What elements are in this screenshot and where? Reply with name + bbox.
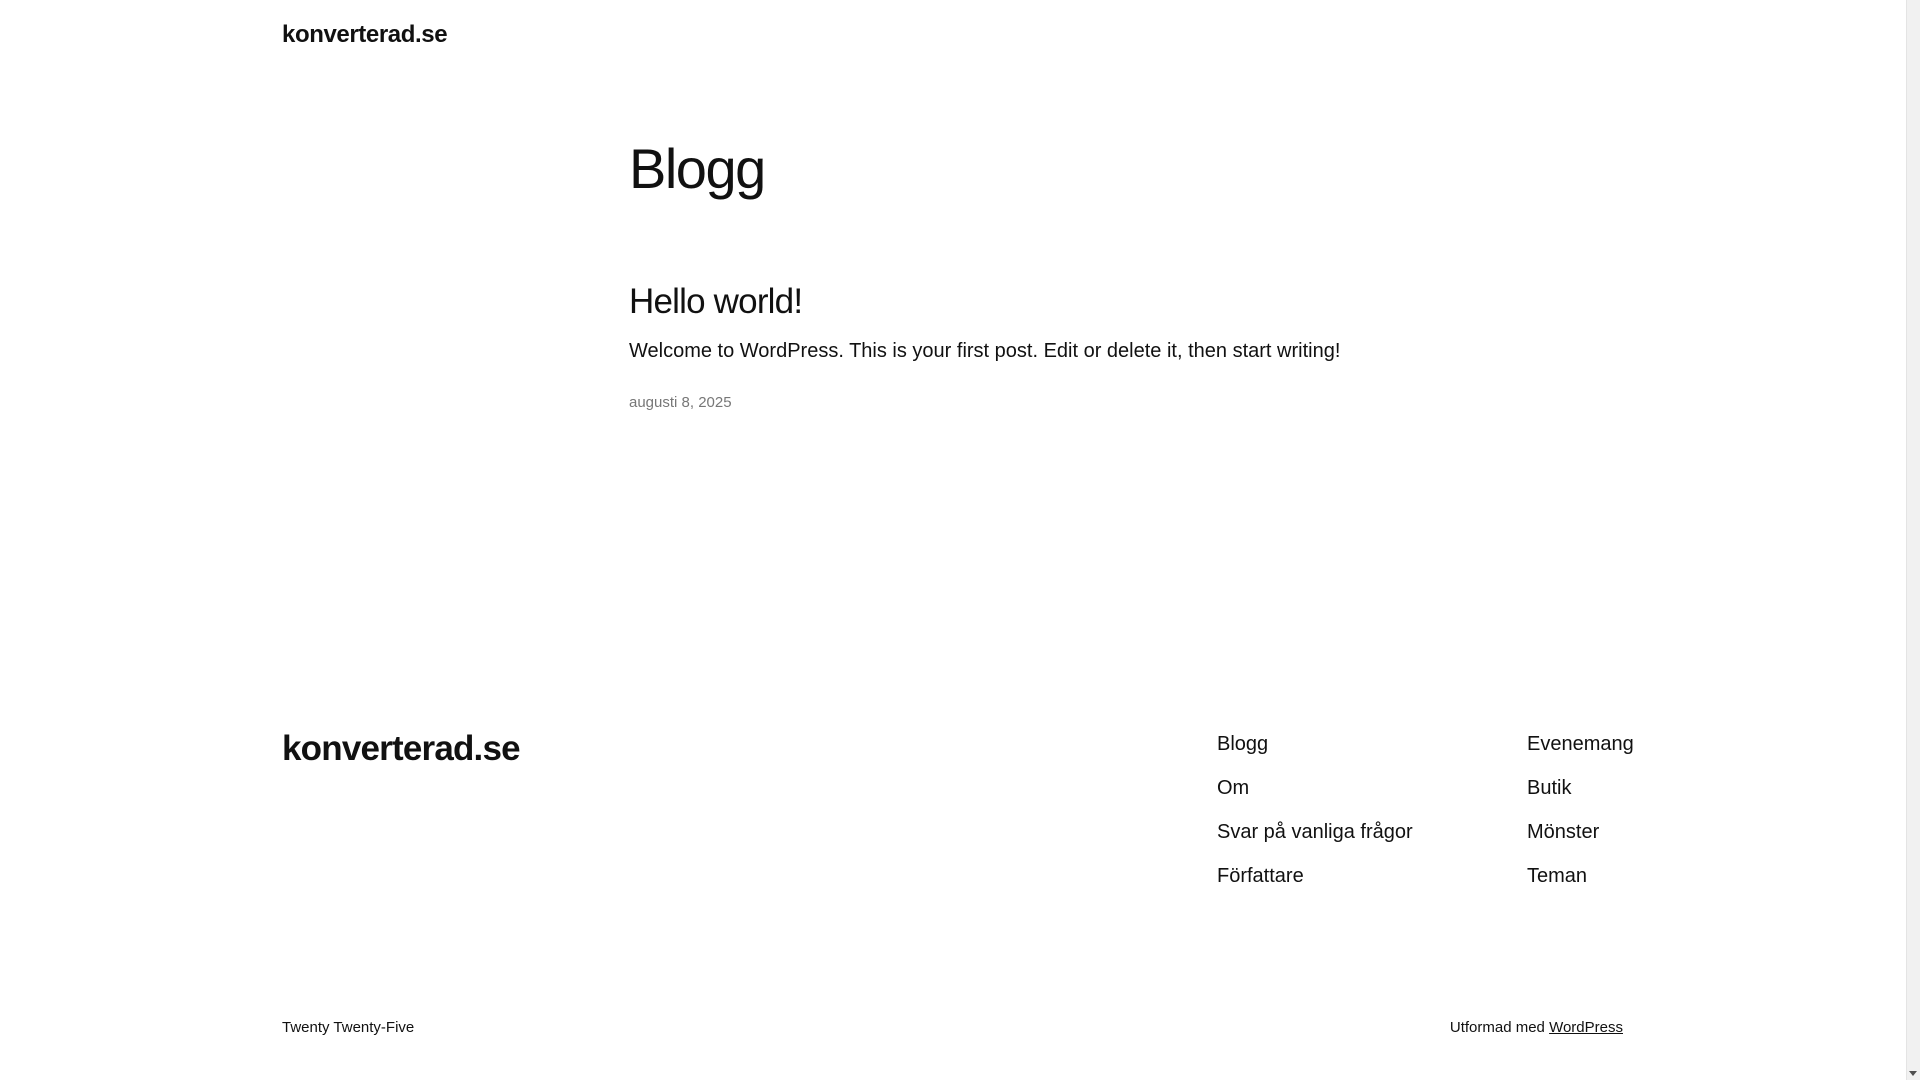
footer-nav-monster[interactable]: Mönster: [1527, 818, 1634, 846]
footer-nav-faq[interactable]: Svar på vanliga frågor: [1217, 818, 1413, 846]
post-excerpt: Welcome to WordPress. This is your first…: [629, 340, 1341, 362]
theme-credit: Twenty Twenty-Five: [282, 1019, 415, 1036]
footer-site-title[interactable]: konverterad.se: [282, 726, 521, 772]
footer-nav-om[interactable]: Om: [1217, 774, 1413, 802]
footer-nav-column-2: Evenemang Butik Mönster Teman: [1527, 730, 1634, 906]
footer-nav-column-1: Blogg Om Svar på vanliga frågor Författa…: [1217, 730, 1413, 906]
chevron-down-icon[interactable]: [1909, 1071, 1917, 1076]
site-title[interactable]: konverterad.se: [282, 18, 448, 52]
credit-prefix: Utformad med: [1449, 1019, 1545, 1036]
page-title: Blogg: [629, 137, 766, 200]
footer-nav-butik[interactable]: Butik: [1527, 774, 1634, 802]
footer-nav-teman[interactable]: Teman: [1527, 862, 1634, 890]
wordpress-credit: Utformad med WordPress: [1450, 1018, 1623, 1038]
footer-nav-blogg[interactable]: Blogg: [1217, 730, 1413, 758]
footer-nav-evenemang[interactable]: Evenemang: [1527, 730, 1634, 758]
post-date[interactable]: augusti 8, 2025: [629, 392, 732, 414]
vertical-scrollbar[interactable]: [1906, 0, 1920, 1080]
footer-nav-forfattare[interactable]: Författare: [1217, 862, 1413, 890]
post-title-link[interactable]: Hello world!: [629, 280, 803, 324]
wordpress-link[interactable]: WordPress: [1549, 1019, 1623, 1036]
